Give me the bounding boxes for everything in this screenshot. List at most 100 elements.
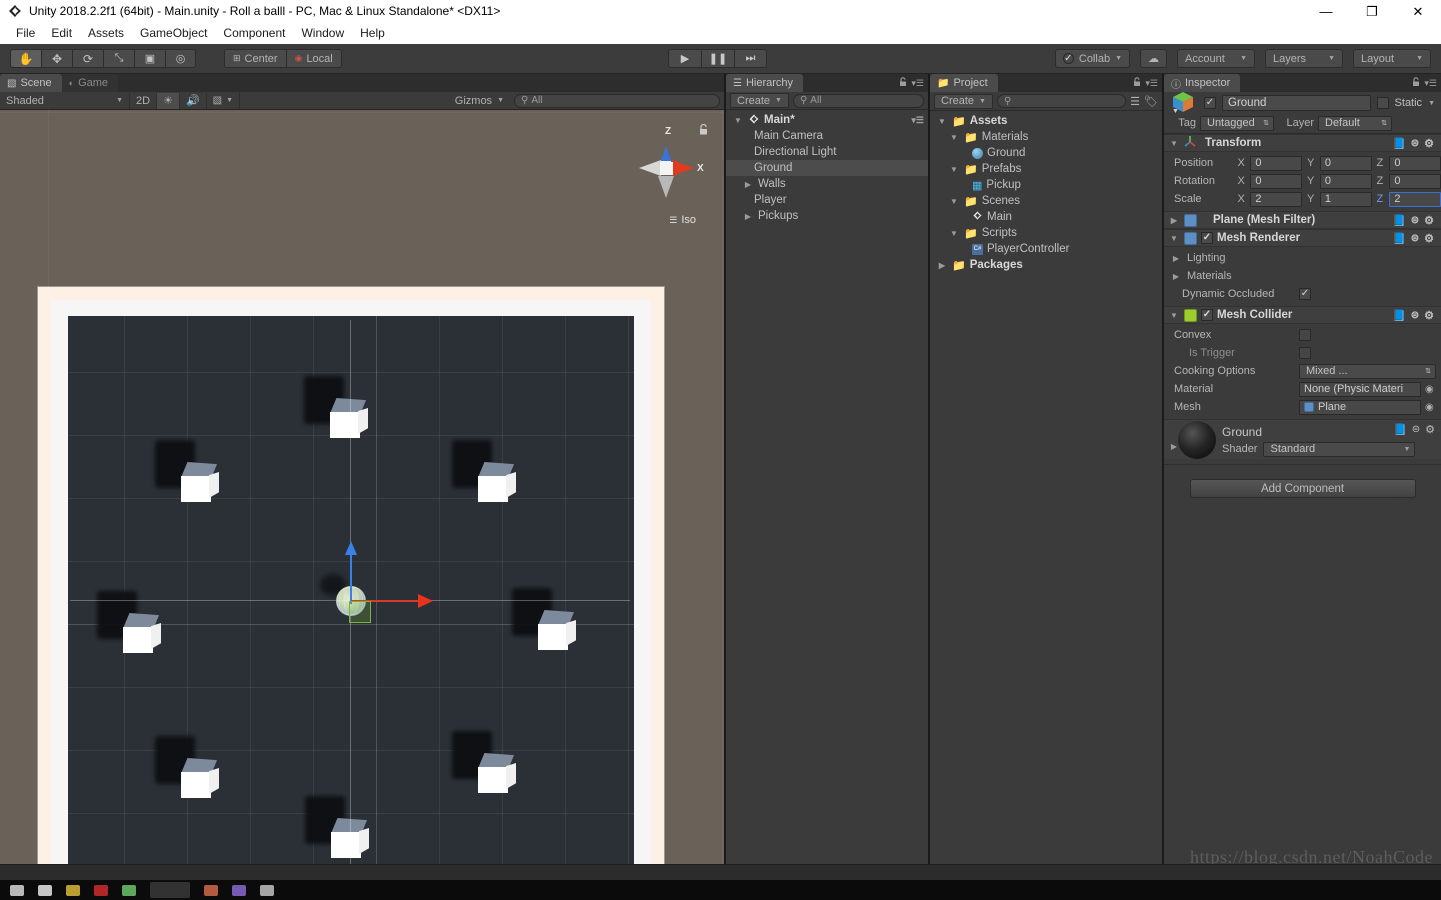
scene-orientation-label[interactable]: ☰ Iso	[669, 214, 696, 226]
is-trigger-checkbox[interactable]: ✓	[1299, 347, 1311, 359]
mesh-filter-component-header[interactable]: ▶ Plane (Mesh Filter) 📘 ⊜ ⚙	[1164, 211, 1441, 229]
draw-mode-dropdown[interactable]: Shaded ▼	[0, 92, 130, 109]
project-item-main-scene[interactable]: Main	[930, 209, 1162, 225]
convex-checkbox[interactable]: ✓	[1299, 329, 1311, 341]
rotation-x-field[interactable]: 0	[1250, 173, 1302, 189]
chevron-right-icon[interactable]: ▶	[1170, 254, 1182, 263]
gizmos-dropdown[interactable]: Gizmos ▼	[449, 93, 510, 109]
gear-icon[interactable]: ⚙	[1424, 137, 1434, 150]
gear-icon[interactable]: ⚙	[1424, 232, 1434, 245]
panel-menu-icon[interactable]: ▾☰	[1424, 78, 1437, 89]
scale-x-field[interactable]: 2	[1250, 191, 1302, 207]
panel-menu-icon[interactable]: ▾☰	[1145, 78, 1158, 89]
rotation-y-field[interactable]: 0	[1319, 173, 1372, 189]
gear-icon[interactable]: ⚙	[1424, 309, 1434, 322]
scene-menu-icon[interactable]: ▾☰	[911, 115, 924, 126]
tab-hierarchy[interactable]: ☰ Hierarchy	[726, 74, 804, 92]
chevron-down-icon[interactable]: ▼	[1168, 311, 1180, 320]
step-button[interactable]: ⏭	[734, 49, 767, 68]
pause-button[interactable]: ❚❚	[701, 49, 734, 68]
close-button[interactable]: ✕	[1395, 0, 1441, 22]
gameobject-name-field[interactable]: Ground	[1222, 95, 1371, 111]
collider-mesh-field[interactable]: Plane	[1299, 399, 1421, 415]
toggle-2d-button[interactable]: 2D	[130, 92, 158, 109]
taskbar-icon[interactable]	[10, 884, 24, 896]
gameobject-enabled-checkbox[interactable]: ✓	[1204, 97, 1216, 109]
project-search-input[interactable]: ⚲	[996, 94, 1127, 108]
add-component-button[interactable]: Add Component	[1189, 479, 1416, 498]
help-icon[interactable]: 📘	[1392, 137, 1406, 150]
chevron-down-icon[interactable]: ▼	[948, 133, 960, 142]
scene-lighting-toggle[interactable]: ☀	[157, 92, 180, 109]
position-z-field[interactable]: 0	[1389, 155, 1441, 171]
prefab-dropdown-icon[interactable]: ▼	[1172, 108, 1179, 115]
pickup-cube[interactable]	[155, 440, 221, 506]
panel-menu-icon[interactable]: ▾☰	[911, 78, 924, 89]
scene-fx-dropdown[interactable]: ▧ ▼	[207, 92, 241, 109]
menu-file[interactable]: File	[8, 24, 43, 42]
taskbar-icon[interactable]	[94, 884, 108, 896]
cooking-options-dropdown[interactable]: Mixed ... ⇅	[1299, 363, 1436, 379]
chevron-down-icon[interactable]: ▼	[948, 165, 960, 174]
chevron-down-icon[interactable]: ▼	[1168, 234, 1180, 243]
preset-icon[interactable]: ⊜	[1411, 233, 1419, 244]
gizmo-axis-z-arrow[interactable]	[345, 541, 357, 555]
move-tool-icon[interactable]: ✥	[41, 49, 72, 68]
hierarchy-item-player[interactable]: Player	[726, 192, 928, 208]
play-button[interactable]: ▶	[668, 49, 701, 68]
menu-help[interactable]: Help	[352, 24, 393, 42]
preset-icon[interactable]: ⊜	[1411, 138, 1419, 149]
hierarchy-create-button[interactable]: Create ▼	[730, 93, 789, 108]
preset-icon[interactable]: ⊜	[1411, 215, 1419, 226]
filter-by-type-icon[interactable]: ☰	[1130, 95, 1140, 108]
gizmo-axis-z[interactable]	[350, 554, 352, 604]
transform-tool-icon[interactable]: ◎	[165, 49, 196, 68]
hierarchy-search-input[interactable]: ⚲ All	[792, 93, 924, 108]
layer-dropdown[interactable]: Default ⇅	[1318, 115, 1392, 131]
taskbar-icon-active[interactable]	[150, 882, 190, 898]
project-item-materials[interactable]: ▼ 📁 Materials	[930, 129, 1162, 145]
help-icon[interactable]: 📘	[1393, 423, 1407, 436]
cloud-button[interactable]: ☁	[1140, 49, 1167, 68]
hierarchy-item-walls[interactable]: ▶ Walls	[726, 176, 928, 192]
maximize-button[interactable]: ❐	[1349, 0, 1395, 22]
chevron-down-icon[interactable]: ▼	[948, 197, 960, 206]
taskbar-icon[interactable]	[204, 884, 218, 896]
menu-gameobject[interactable]: GameObject	[132, 24, 215, 42]
rect-tool-icon[interactable]: ▣	[134, 49, 165, 68]
preset-icon[interactable]: ⊜	[1411, 310, 1419, 321]
taskbar-icon[interactable]	[232, 884, 246, 896]
gear-icon[interactable]: ⚙	[1425, 423, 1435, 436]
mesh-collider-enabled-checkbox[interactable]: ✓	[1201, 309, 1213, 321]
project-item-playercontroller[interactable]: C# PlayerController	[930, 241, 1162, 257]
hierarchy-item-main[interactable]: ▼ Main* ▾☰	[726, 112, 928, 128]
chevron-right-icon[interactable]: ▶	[742, 180, 754, 189]
taskbar-icon[interactable]	[66, 884, 80, 896]
object-picker-icon[interactable]: ◉	[1425, 402, 1434, 413]
gear-icon[interactable]: ⚙	[1424, 214, 1434, 227]
project-item-prefabs[interactable]: ▼ 📁 Prefabs	[930, 161, 1162, 177]
static-checkbox[interactable]: ✓	[1376, 97, 1389, 109]
position-x-field[interactable]: 0	[1250, 155, 1302, 171]
account-button[interactable]: Account ▼	[1177, 49, 1255, 68]
help-icon[interactable]: 📘	[1392, 232, 1406, 245]
project-item-scripts[interactable]: ▼ 📁 Scripts	[930, 225, 1162, 241]
project-item-scenes[interactable]: ▼ 📁 Scenes	[930, 193, 1162, 209]
taskbar-icon[interactable]	[38, 884, 52, 896]
scale-y-field[interactable]: 1	[1319, 191, 1372, 207]
static-dropdown-icon[interactable]: ▼	[1428, 100, 1435, 107]
gizmo-axis-x-arrow[interactable]	[418, 594, 433, 608]
mesh-renderer-component-header[interactable]: ▼ ✓ Mesh Renderer 📘 ⊜ ⚙	[1164, 229, 1441, 247]
scene-audio-toggle[interactable]: 🔊	[180, 92, 207, 109]
menu-component[interactable]: Component	[215, 24, 293, 42]
shader-dropdown[interactable]: Standard ▼	[1263, 441, 1416, 457]
chevron-down-icon[interactable]: ▼	[936, 117, 948, 126]
taskbar-icon[interactable]	[260, 884, 274, 896]
project-item-packages[interactable]: ▶ 📁 Packages	[930, 257, 1162, 273]
chevron-down-icon[interactable]: ▼	[1168, 139, 1180, 148]
pickup-cube[interactable]	[155, 736, 221, 802]
mesh-renderer-lighting-foldout[interactable]: ▶ Lighting	[1164, 249, 1441, 267]
dynamic-occluded-checkbox[interactable]: ✓	[1299, 288, 1311, 300]
project-item-pickup-prefab[interactable]: ▦ Pickup	[930, 177, 1162, 193]
lock-icon[interactable]	[1133, 77, 1141, 90]
